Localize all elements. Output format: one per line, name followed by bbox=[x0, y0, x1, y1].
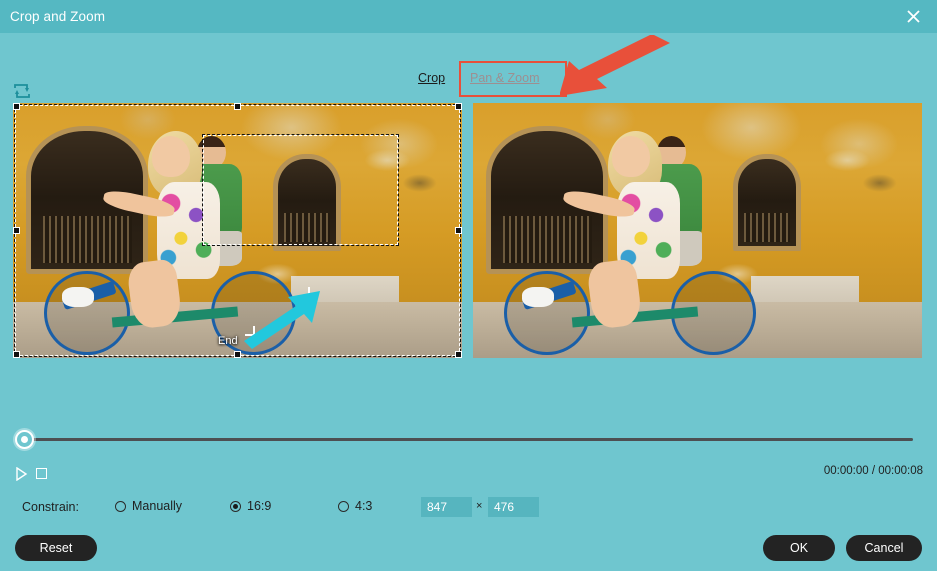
tab-pan-and-zoom[interactable]: Pan & Zoom bbox=[470, 71, 539, 85]
radio-constrain-16-9[interactable]: 16:9 bbox=[230, 499, 271, 513]
radio-dot-manually bbox=[115, 500, 126, 512]
resize-handle-middle-right[interactable] bbox=[455, 227, 462, 234]
reset-button[interactable]: Reset bbox=[15, 535, 97, 561]
transport-controls: 00:00:00 / 00:00:08 bbox=[0, 464, 937, 486]
radio-dot-16-9 bbox=[230, 500, 241, 512]
timeline-row bbox=[0, 430, 937, 450]
timeline-slider[interactable] bbox=[23, 438, 913, 441]
result-preview bbox=[473, 103, 922, 358]
resize-handle-middle-left[interactable] bbox=[13, 227, 20, 234]
play-button[interactable] bbox=[15, 467, 28, 481]
resize-handle-bottom-right[interactable] bbox=[455, 351, 462, 358]
width-input[interactable]: 847 bbox=[421, 497, 472, 517]
height-input[interactable]: 476 bbox=[488, 497, 539, 517]
annotation-arrow-icon bbox=[560, 35, 670, 96]
source-photo bbox=[13, 103, 462, 358]
radio-dot-4-3 bbox=[338, 500, 349, 512]
loop-repeat-icon[interactable] bbox=[12, 83, 32, 99]
resize-handle-top-left[interactable] bbox=[13, 103, 20, 110]
stop-button[interactable] bbox=[36, 468, 47, 479]
resize-handle-top-right[interactable] bbox=[455, 103, 462, 110]
radio-label-manually: Manually bbox=[132, 499, 183, 513]
crop-and-zoom-dialog: Crop and Zoom Crop Pan & Zoom End 00:00:… bbox=[0, 0, 937, 571]
source-preview[interactable]: Start End bbox=[13, 103, 462, 358]
tab-crop[interactable]: Crop bbox=[418, 71, 445, 85]
radio-label-16-9: 16:9 bbox=[247, 499, 272, 513]
ok-button[interactable]: OK bbox=[763, 535, 835, 561]
cancel-button[interactable]: Cancel bbox=[846, 535, 922, 561]
resize-handle-bottom-center[interactable] bbox=[234, 351, 241, 358]
radio-constrain-manually[interactable]: Manually bbox=[115, 499, 182, 513]
timeline-slider-thumb[interactable] bbox=[15, 430, 34, 449]
resize-handle-bottom-left[interactable] bbox=[13, 351, 20, 358]
dialog-title: Crop and Zoom bbox=[10, 9, 106, 24]
radio-constrain-4-3[interactable]: 4:3 bbox=[338, 499, 372, 513]
constrain-label: Constrain: bbox=[22, 500, 79, 514]
resize-handle-top-center[interactable] bbox=[234, 103, 241, 110]
radio-label-4-3: 4:3 bbox=[355, 499, 373, 513]
timecode-display: 00:00:00 / 00:00:08 bbox=[823, 465, 923, 477]
tab-bar: Crop Pan & Zoom bbox=[0, 33, 937, 97]
dimension-separator: × bbox=[476, 500, 483, 512]
result-photo bbox=[473, 103, 922, 358]
close-x-icon bbox=[906, 10, 920, 23]
close-button[interactable] bbox=[895, 0, 931, 33]
dialog-titlebar: Crop and Zoom bbox=[0, 0, 937, 33]
